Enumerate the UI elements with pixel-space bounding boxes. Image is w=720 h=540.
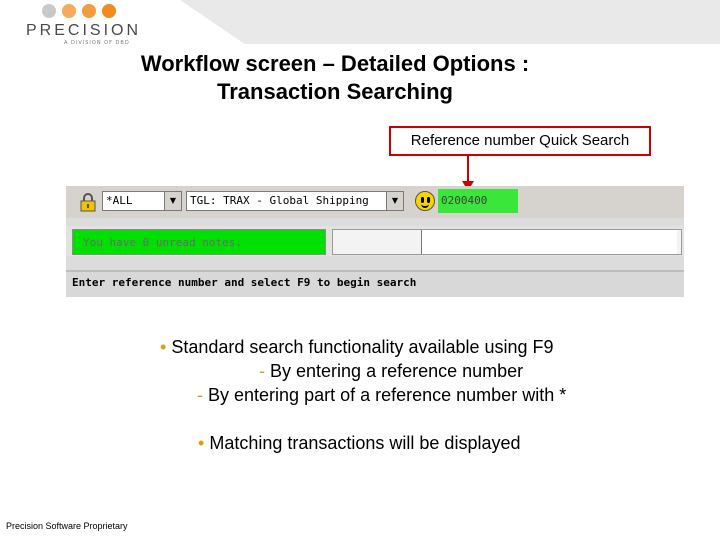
unread-notes-button[interactable]: You have 0 unread notes.	[72, 229, 326, 255]
precision-logo: PRECISION A DIVISION OF DBD	[24, 4, 164, 46]
status-bar: Enter reference number and select F9 to …	[66, 270, 684, 297]
sub-bullet-text: By entering part of a reference number w…	[208, 385, 567, 405]
workflow-toolbar-screenshot: *ALL ▼ TGL: TRAX - Global Shipping ▼ 020…	[66, 186, 684, 297]
logo-dot	[42, 4, 56, 18]
sub-bullet-dash: -	[259, 361, 265, 381]
reference-number-input[interactable]: 0200400	[438, 189, 518, 213]
chevron-down-icon[interactable]: ▼	[164, 191, 182, 211]
logo-dot	[62, 4, 76, 18]
bullet-text: Matching transactions will be displayed	[209, 433, 521, 453]
logo-subtitle: A DIVISION OF DBD	[64, 40, 130, 46]
slide-title: Workflow screen – Detailed Options : Tra…	[90, 50, 580, 106]
search-toolbar: *ALL ▼ TGL: TRAX - Global Shipping ▼ 020…	[66, 186, 684, 218]
bullet-marker: •	[160, 337, 167, 357]
message-field	[421, 230, 677, 254]
slide-title-line2: Transaction Searching	[217, 79, 453, 104]
queue-select[interactable]: TGL: TRAX - Global Shipping	[186, 191, 404, 211]
logo-dot	[82, 4, 96, 18]
header-accent	[180, 0, 720, 44]
sub-bullet-partial-reference: - By entering part of a reference number…	[197, 385, 566, 406]
logo-word: PRECISION	[26, 22, 142, 39]
notes-row: You have 0 unread notes.	[66, 226, 684, 256]
message-panel	[332, 229, 682, 255]
status-text: Enter reference number and select F9 to …	[72, 276, 417, 289]
chevron-down-icon[interactable]: ▼	[386, 191, 404, 211]
bullet-marker: •	[198, 433, 205, 453]
bullet-matching-transactions: • Matching transactions will be displaye…	[198, 433, 521, 454]
bullet-text: Standard search functionality available …	[171, 337, 554, 357]
sub-bullet-dash: -	[197, 385, 203, 405]
slide-title-line1: Workflow screen – Detailed Options :	[140, 51, 530, 76]
smiley-mouth	[421, 203, 429, 208]
header-band: PRECISION A DIVISION OF DBD	[0, 0, 720, 46]
quick-search-callout: Reference number Quick Search	[389, 126, 651, 156]
callout-arrow	[467, 156, 469, 182]
lock-icon[interactable]	[80, 192, 96, 212]
footer-text: Precision Software Proprietary	[6, 521, 128, 531]
bullet-standard-search: • Standard search functionality availabl…	[160, 337, 554, 358]
logo-dot	[102, 4, 116, 18]
smiley-icon[interactable]	[415, 191, 435, 211]
sub-bullet-full-reference: - By entering a reference number	[259, 361, 523, 382]
sub-bullet-text: By entering a reference number	[270, 361, 524, 381]
